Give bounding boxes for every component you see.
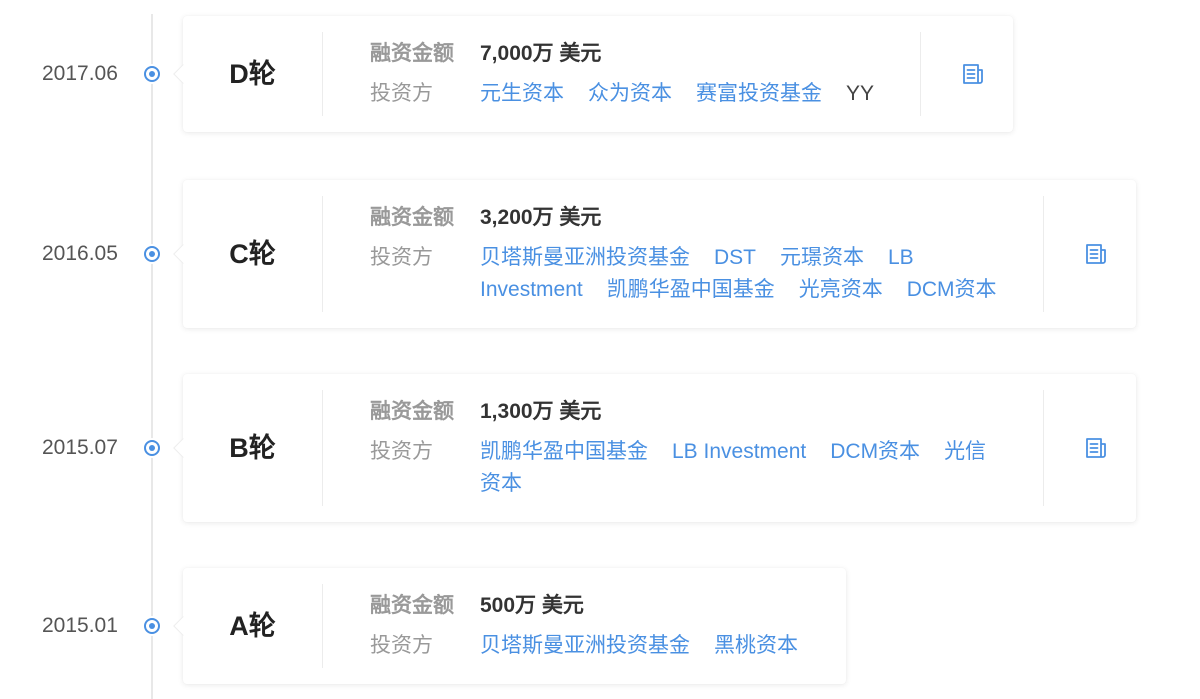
- news-icon-path[interactable]: [1086, 244, 1106, 264]
- funding-timeline: 2017.06 D轮 融资金额 7,000万 美元 投资方 元生资本 众为资本 赛富…: [0, 0, 1200, 699]
- round-details: 融资金额 7,000万 美元 投资方 元生资本 众为资本 赛富投资基金 YY: [322, 32, 920, 116]
- investor-link[interactable]: 黑桃资本: [714, 634, 798, 657]
- round-name: D轮: [229, 59, 276, 89]
- investors-row: 投资方 元生资本 众为资本 赛富投资基金 YY: [370, 78, 879, 110]
- investor-link[interactable]: 赛富投资基金: [696, 82, 822, 105]
- news-cell: [1043, 390, 1136, 506]
- round-cell: B轮: [183, 390, 322, 506]
- news-button[interactable]: [1084, 242, 1108, 266]
- timeline-dot-icon: [144, 440, 160, 456]
- investors-label: 投资方: [370, 246, 433, 269]
- funding-round-row: 2016.05 C轮 融资金额 3,200万 美元 投资方 贝塔斯曼亚洲投资基金…: [0, 180, 1200, 328]
- funding-round-card: A轮 融资金额 500万 美元 投资方 贝塔斯曼亚洲投资基金 黑桃资本: [173, 568, 846, 684]
- funding-round-row: 2015.07 B轮 融资金额 1,300万 美元 投资方 凯鹏华盈中国基金 LB…: [0, 374, 1200, 522]
- investor-link[interactable]: LB Investment: [672, 440, 806, 463]
- round-cell: A轮: [183, 584, 322, 668]
- investor-link[interactable]: DST: [714, 246, 756, 269]
- news-cell: [1043, 196, 1136, 312]
- amount-row: 融资金额 7,000万 美元: [370, 38, 879, 70]
- round-date: 2015.01: [42, 614, 118, 637]
- news-icon-path[interactable]: [963, 64, 983, 84]
- round-date: 2017.06: [42, 62, 118, 85]
- amount-label: 融资金额: [370, 206, 454, 229]
- investor-list: 元生资本 众为资本 赛富投资基金 YY: [480, 78, 879, 110]
- investor-link[interactable]: 贝塔斯曼亚洲投资基金: [480, 634, 690, 657]
- investor-name: YY: [846, 82, 875, 105]
- round-details: 融资金额 3,200万 美元 投资方 贝塔斯曼亚洲投资基金 DST 元璟资本 LB I…: [322, 196, 1043, 312]
- investor-list: 贝塔斯曼亚洲投资基金 黑桃资本: [480, 630, 805, 662]
- investor-link[interactable]: 凯鹏华盈中国基金: [480, 440, 648, 463]
- timeline-dot-core: [149, 623, 155, 629]
- round-name: A轮: [229, 611, 276, 641]
- round-details: 融资金额 1,300万 美元 投资方 凯鹏华盈中国基金 LB Investment…: [322, 390, 1043, 506]
- amount-row: 融资金额 3,200万 美元: [370, 202, 1002, 234]
- round-date: 2015.07: [42, 436, 118, 459]
- investor-list: 贝塔斯曼亚洲投资基金 DST 元璟资本 LB Investment 凯鹏华盈中国基金 光亮…: [480, 242, 1002, 306]
- timeline-dot-icon: [144, 246, 160, 262]
- investors-row: 投资方 贝塔斯曼亚洲投资基金 黑桃资本: [370, 630, 805, 662]
- amount-label: 融资金额: [370, 400, 454, 423]
- news-cell: [920, 32, 1013, 116]
- funding-round-card: B轮 融资金额 1,300万 美元 投资方 凯鹏华盈中国基金 LB Investm…: [173, 374, 1136, 522]
- amount-label: 融资金额: [370, 42, 454, 65]
- news-icon[interactable]: [961, 62, 985, 86]
- investors-label: 投资方: [370, 440, 433, 463]
- investors-label: 投资方: [370, 634, 433, 657]
- round-details: 融资金额 500万 美元 投资方 贝塔斯曼亚洲投资基金 黑桃资本: [322, 584, 846, 668]
- investor-link[interactable]: 元璟资本: [780, 246, 864, 269]
- news-icon-path[interactable]: [1086, 438, 1106, 458]
- investor-link[interactable]: 元生资本: [480, 82, 564, 105]
- investors-row: 投资方 贝塔斯曼亚洲投资基金 DST 元璟资本 LB Investment 凯鹏华盈中国…: [370, 242, 1002, 306]
- round-date: 2016.05: [42, 242, 118, 265]
- investor-link[interactable]: 凯鹏华盈中国基金: [607, 278, 775, 301]
- investor-link[interactable]: DCM资本: [830, 440, 920, 463]
- investor-link[interactable]: DCM资本: [907, 278, 997, 301]
- investor-link[interactable]: 光亮资本: [799, 278, 883, 301]
- investor-link[interactable]: 众为资本: [588, 82, 672, 105]
- news-icon[interactable]: [1084, 242, 1108, 266]
- funding-round-row: 2017.06 D轮 融资金额 7,000万 美元 投资方 元生资本 众为资本 赛富…: [0, 16, 1200, 132]
- investor-list: 凯鹏华盈中国基金 LB Investment DCM资本 光信资本: [480, 436, 1002, 500]
- news-icon[interactable]: [1084, 436, 1108, 460]
- round-name: B轮: [229, 433, 276, 463]
- news-button[interactable]: [961, 62, 985, 86]
- amount-value: 7,000万 美元: [480, 42, 602, 65]
- timeline-dot-core: [149, 445, 155, 451]
- round-cell: D轮: [183, 32, 322, 116]
- timeline-dot-icon: [144, 618, 160, 634]
- funding-round-card: D轮 融资金额 7,000万 美元 投资方 元生资本 众为资本 赛富投资基金 YY: [173, 16, 1013, 132]
- amount-row: 融资金额 500万 美元: [370, 590, 805, 622]
- investor-link[interactable]: 贝塔斯曼亚洲投资基金: [480, 246, 690, 269]
- amount-value: 3,200万 美元: [480, 206, 602, 229]
- investors-label: 投资方: [370, 82, 433, 105]
- funding-round-card: C轮 融资金额 3,200万 美元 投资方 贝塔斯曼亚洲投资基金 DST 元璟资本 L…: [173, 180, 1136, 328]
- amount-label: 融资金额: [370, 594, 454, 617]
- amount-row: 融资金额 1,300万 美元: [370, 396, 1002, 428]
- timeline-dot-core: [149, 251, 155, 257]
- amount-value: 1,300万 美元: [480, 400, 602, 423]
- round-cell: C轮: [183, 196, 322, 312]
- round-name: C轮: [229, 239, 276, 269]
- investors-row: 投资方 凯鹏华盈中国基金 LB Investment DCM资本 光信资本: [370, 436, 1002, 500]
- timeline-dot-core: [149, 71, 155, 77]
- funding-round-row: 2015.01 A轮 融资金额 500万 美元 投资方 贝塔斯曼亚洲投资基金 黑桃…: [0, 568, 1200, 684]
- news-button[interactable]: [1084, 436, 1108, 460]
- timeline-dot-icon: [144, 66, 160, 82]
- amount-value: 500万 美元: [480, 594, 584, 617]
